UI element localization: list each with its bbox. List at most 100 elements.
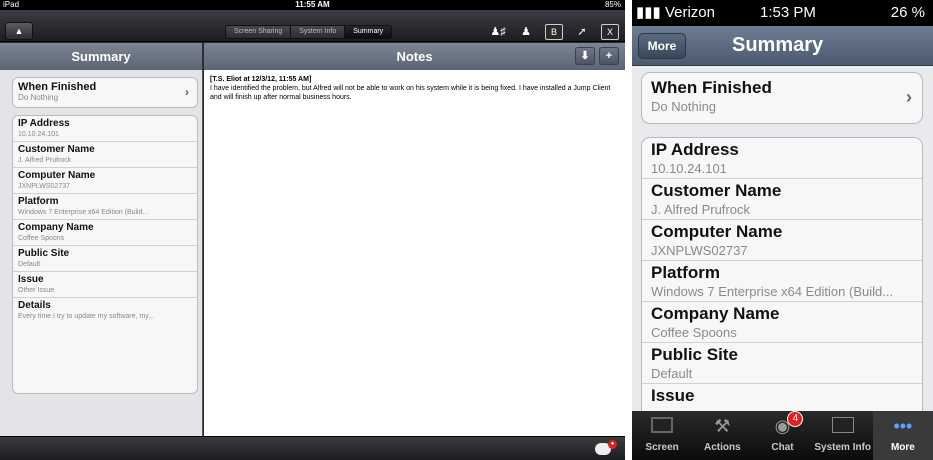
tab-screen-sharing[interactable]: Screen Sharing	[226, 26, 292, 38]
chevron-right-icon: ›	[185, 85, 189, 99]
status-time: 1:53 PM	[760, 4, 816, 21]
carrier-name: Verizon	[664, 4, 715, 21]
field-label: Issue	[651, 386, 695, 405]
download-button[interactable]: ⬇	[575, 47, 595, 65]
ipad-screen: iPad 11:55 AM 85% ▲ Screen Sharing Syste…	[0, 0, 625, 460]
tab-bar: Screen ⚒ Actions ◉ 4 Chat System Info ••…	[632, 411, 933, 460]
field-label: Issue	[18, 274, 44, 285]
tab-label: Chat	[771, 442, 794, 453]
field-label: Customer Name	[18, 144, 95, 155]
when-finished-label: When Finished	[651, 78, 772, 97]
field-row-customer-name: Customer Name J. Alfred Prufrock	[13, 142, 197, 168]
chat-icon: ◉	[774, 416, 791, 436]
iphone-nav-bar: More Summary	[632, 26, 933, 66]
field-value: Other Issue	[18, 287, 55, 294]
tab-summary[interactable]: Summary	[345, 26, 392, 38]
when-finished-value: Do Nothing	[651, 99, 717, 114]
tab-label: Actions	[703, 442, 741, 453]
ipad-toolbar: ▲ Screen Sharing System Info Summary ♟♯ …	[0, 10, 625, 42]
tab-system-info[interactable]: System Info	[813, 411, 873, 460]
field-row-platform: Platform Windows 7 Enterprise x64 Editio…	[642, 261, 922, 302]
field-row-ip-address: IP Address 10.10.24.101	[642, 138, 922, 179]
tab-chat[interactable]: ◉ 4 Chat	[752, 411, 812, 460]
iphone-screen: ▮▮▮ Verizon 1:53 PM 26 % More Summary Wh…	[632, 0, 933, 460]
summary-list: When Finished Do Nothing › IP Address 10…	[0, 70, 203, 436]
when-finished-group: When Finished Do Nothing ›	[641, 72, 923, 124]
carrier-label: ▮▮▮ Verizon	[636, 4, 715, 21]
field-label: IP Address	[651, 140, 739, 159]
field-label: Platform	[18, 196, 59, 207]
field-value: 10.10.24.101	[651, 161, 727, 176]
tab-more[interactable]: ••• More	[872, 411, 933, 460]
page-title: Summary	[732, 34, 824, 56]
monitor-icon	[632, 411, 692, 441]
when-finished-group: When Finished Do Nothing ›	[12, 77, 198, 108]
iphone-status-bar: ▮▮▮ Verizon 1:53 PM 26 %	[632, 0, 933, 26]
when-finished-row[interactable]: When Finished Do Nothing ›	[13, 78, 197, 107]
when-finished-row[interactable]: When Finished Do Nothing ›	[642, 73, 922, 123]
tab-actions[interactable]: ⚒ Actions	[692, 411, 752, 460]
up-arrow-button[interactable]: ▲	[5, 22, 33, 40]
toolbar-icons: ♟♯ ♟ B ➚ X	[489, 24, 619, 40]
tab-label: More	[890, 442, 915, 453]
pin-icon[interactable]: ➚	[573, 24, 591, 40]
more-icon: •••	[893, 416, 913, 436]
field-label: Computer Name	[651, 222, 783, 241]
notes-title: Notes	[396, 49, 433, 64]
note-text: I have identified the problem, but Alfre…	[210, 85, 611, 101]
field-label: Public Site	[651, 345, 738, 364]
field-value: 10.10.24.101	[18, 131, 59, 138]
chart-icon	[813, 411, 873, 441]
note-author: [T.S. Eliot at 12/3/12, 11:55 AM]	[210, 76, 312, 83]
field-value: Default	[651, 366, 693, 381]
field-row-customer-name: Customer Name J. Alfred Prufrock	[642, 179, 922, 220]
field-value: Every time I try to update my software, …	[18, 313, 155, 320]
field-row-company-name: Company Name Coffee Spoons	[642, 302, 922, 343]
field-value: JXNPLWS02737	[18, 183, 71, 190]
field-label: IP Address	[18, 118, 70, 129]
field-row-public-site: Public Site Default	[642, 343, 922, 384]
field-value: Default	[18, 261, 41, 268]
field-value: J. Alfred Prufrock	[651, 202, 750, 217]
field-value: JXNPLWS02737	[651, 243, 748, 258]
field-label: Public Site	[18, 248, 70, 259]
session-details-group: IP Address 10.10.24.101 Customer Name J.…	[12, 115, 198, 394]
tab-label: System Info	[814, 442, 872, 453]
when-finished-label: When Finished	[18, 81, 97, 93]
field-label: Details	[18, 300, 51, 311]
field-label: Company Name	[651, 304, 780, 323]
field-row-issue: Issue Other Issue	[13, 272, 197, 298]
field-row-computer-name: Computer Name JXNPLWS02737	[13, 168, 197, 194]
chat-badge-icon: ●	[608, 440, 617, 449]
status-time: 11:55 AM	[295, 0, 330, 9]
notes-panel: [T.S. Eliot at 12/3/12, 11:55 AM] I have…	[204, 70, 625, 436]
field-row-ip-address: IP Address 10.10.24.101	[13, 116, 197, 142]
more-back-button[interactable]: More	[638, 33, 686, 59]
notes-buttons: ⬇ +	[575, 47, 619, 65]
field-row-public-site: Public Site Default	[13, 246, 197, 272]
field-value: Coffee Spoons	[18, 235, 65, 242]
field-label: Platform	[651, 263, 720, 282]
field-row-details[interactable]: Details Every time I try to update my so…	[13, 298, 197, 324]
field-row-company-name: Company Name Coffee Spoons	[13, 220, 197, 246]
add-note-button[interactable]: +	[599, 47, 619, 65]
notes-header: Notes ⬇ +	[204, 43, 625, 70]
field-value: Windows 7 Enterprise x64 Edition (Build.…	[18, 209, 149, 216]
user-plus-icon[interactable]: ♟♯	[489, 24, 507, 40]
ipad-status-bar: iPad 11:55 AM 85%	[0, 0, 625, 10]
chevron-right-icon: ›	[906, 87, 912, 107]
user-icon[interactable]: ♟	[517, 24, 535, 40]
field-label: Customer Name	[651, 181, 782, 200]
field-value: Windows 7 Enterprise x64 Edition (Build.…	[651, 284, 894, 299]
field-label: Computer Name	[18, 170, 96, 181]
tab-screen[interactable]: Screen	[632, 411, 692, 460]
tab-label: Screen	[645, 442, 679, 453]
b-icon[interactable]: B	[545, 24, 563, 40]
battery-level: 85%	[604, 0, 621, 9]
tools-icon: ⚒	[714, 416, 731, 436]
tab-system-info[interactable]: System Info	[291, 26, 346, 38]
close-icon[interactable]: X	[601, 24, 619, 40]
battery-level: 26 %	[890, 4, 925, 21]
summary-header: Summary	[0, 43, 203, 70]
field-label: Company Name	[18, 222, 94, 233]
